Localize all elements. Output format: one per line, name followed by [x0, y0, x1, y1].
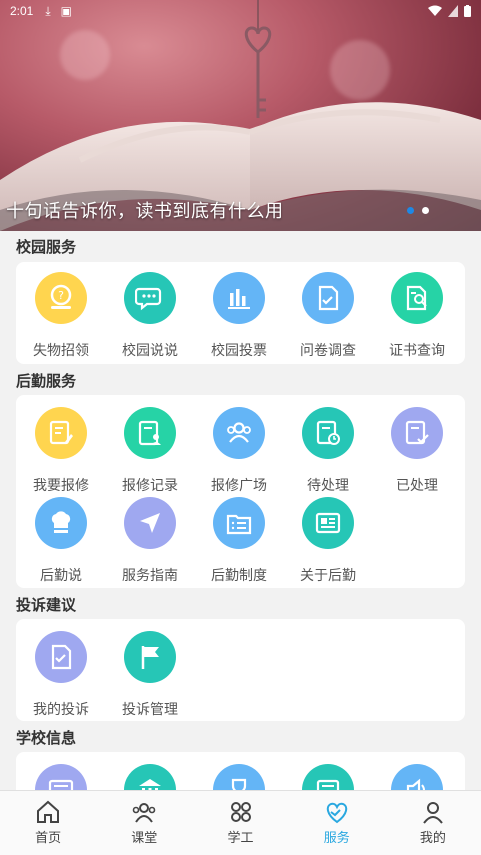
- certificate-item[interactable]: 证书查询: [372, 272, 462, 360]
- nav-label: 首页: [35, 830, 62, 845]
- grid-apps-icon: [230, 802, 251, 822]
- home-icon: [37, 800, 60, 823]
- campus-chat-item[interactable]: 校园说说: [105, 272, 195, 360]
- logistics-services-card: 我要报修 报修记录 报修广场 待处理 已处理 后勤说 服务指南 后勤制度 关于后…: [16, 395, 465, 588]
- carousel-dot[interactable]: [422, 207, 429, 214]
- item-label: 后勤制度: [211, 567, 267, 583]
- item-label: 关于后勤: [300, 567, 356, 583]
- section-title-logistics-services: 后勤服务: [16, 373, 77, 390]
- carousel-indicator: [407, 207, 429, 214]
- item-label: 服务指南: [122, 567, 178, 583]
- flag-icon: [124, 631, 176, 683]
- pending-item[interactable]: 待处理: [283, 407, 373, 495]
- wifi-icon: [428, 5, 442, 16]
- user-icon: [423, 802, 443, 824]
- item-label: 失物招领: [33, 342, 89, 358]
- item-label: 我要报修: [33, 477, 89, 493]
- handshake-icon: [326, 802, 347, 824]
- section-title-campus-services: 校园服务: [16, 239, 77, 256]
- complaints-card: 我的投诉 投诉管理: [16, 619, 465, 721]
- nav-classroom[interactable]: 课堂: [96, 791, 192, 855]
- lost-found-icon: ?: [35, 272, 87, 324]
- survey-item[interactable]: 问卷调查: [283, 272, 373, 360]
- bottom-navigation: 首页 课堂 学工 服务 我的: [0, 790, 481, 855]
- service-guide-item[interactable]: 服务指南: [105, 497, 195, 585]
- campus-services-card: ? 失物招领 校园说说 校园投票 问卷调查 证书查询: [16, 262, 465, 364]
- about-logistics-item[interactable]: 关于后勤: [283, 497, 373, 585]
- certificate-search-icon: [391, 272, 443, 324]
- nav-home[interactable]: 首页: [0, 791, 96, 855]
- banner-caption: 十句话告诉你，读书到底有什么用: [6, 201, 284, 221]
- record-user-icon: [124, 407, 176, 459]
- item-label: 已处理: [396, 477, 438, 493]
- status-time: 2:01: [10, 4, 34, 18]
- item-label: 报修广场: [211, 477, 267, 493]
- folder-list-icon: [213, 497, 265, 549]
- complaint-management-item[interactable]: 投诉管理: [105, 631, 195, 719]
- nav-label: 服务: [323, 830, 350, 845]
- section-title-complaints: 投诉建议: [16, 597, 77, 614]
- group-icon: [213, 407, 265, 459]
- newspaper-icon: [302, 497, 354, 549]
- item-label: 证书查询: [389, 342, 445, 358]
- signal-icon: [448, 5, 458, 17]
- chef-hat-icon: [35, 497, 87, 549]
- classroom-icon: [132, 803, 156, 823]
- svg-text:?: ?: [58, 289, 64, 302]
- item-label: 我的投诉: [33, 701, 89, 717]
- complaint-doc-icon: [35, 631, 87, 683]
- campus-vote-item[interactable]: 校园投票: [194, 272, 284, 360]
- battery-icon: [464, 5, 471, 17]
- notification-icon: ▣: [60, 4, 73, 18]
- lost-found-item[interactable]: ? 失物招领: [16, 272, 106, 360]
- item-label: 后勤说: [40, 567, 82, 583]
- status-bar: 2:01 ⤓ ▣: [0, 0, 481, 22]
- item-label: 校园说说: [122, 342, 178, 358]
- item-label: 投诉管理: [122, 701, 178, 717]
- item-label: 问卷调查: [300, 342, 356, 358]
- banner-carousel[interactable]: 十句话告诉你，读书到底有什么用: [0, 0, 481, 231]
- processed-item[interactable]: 已处理: [372, 407, 462, 495]
- logistics-talk-item[interactable]: 后勤说: [16, 497, 106, 585]
- nav-services[interactable]: 服务: [289, 791, 385, 855]
- nav-student-affairs[interactable]: 学工: [192, 791, 288, 855]
- logistics-rules-item[interactable]: 后勤制度: [194, 497, 284, 585]
- navigation-arrow-icon: [124, 497, 176, 549]
- done-check-icon: [391, 407, 443, 459]
- report-repair-item[interactable]: 我要报修: [16, 407, 106, 495]
- edit-form-icon: [35, 407, 87, 459]
- item-label: 报修记录: [122, 477, 178, 493]
- bar-chart-icon: [213, 272, 265, 324]
- download-icon: ⤓: [45, 3, 51, 18]
- carousel-dot[interactable]: [407, 207, 414, 214]
- nav-label: 课堂: [131, 830, 158, 845]
- nav-mine[interactable]: 我的: [385, 791, 481, 855]
- repair-records-item[interactable]: 报修记录: [105, 407, 195, 495]
- repair-square-item[interactable]: 报修广场: [194, 407, 284, 495]
- nav-label: 我的: [419, 830, 446, 845]
- chat-bubble-icon: [124, 272, 176, 324]
- section-title-school-info: 学校信息: [16, 730, 77, 747]
- nav-label: 学工: [227, 830, 254, 845]
- item-label: 校园投票: [211, 342, 267, 358]
- item-label: 待处理: [307, 477, 349, 493]
- survey-icon: [302, 272, 354, 324]
- pending-clock-icon: [302, 407, 354, 459]
- my-complaints-item[interactable]: 我的投诉: [16, 631, 106, 719]
